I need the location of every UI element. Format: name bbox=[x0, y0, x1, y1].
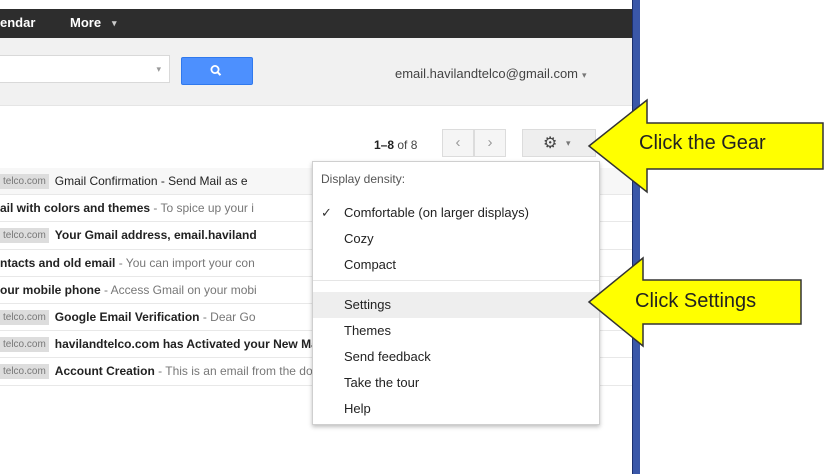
checkmark-icon: ✓ bbox=[321, 205, 332, 220]
sender-label: telco.com bbox=[0, 309, 49, 325]
email-subject: ail with colors and themes bbox=[0, 201, 151, 216]
menu-item-comfortable[interactable]: ✓ Comfortable (on larger displays) bbox=[313, 200, 599, 226]
nav-more-link[interactable]: More bbox=[70, 15, 101, 30]
menu-item-label: Settings bbox=[344, 297, 391, 312]
more-caret-icon: ▾ bbox=[112, 18, 117, 28]
menu-item-label: Themes bbox=[344, 323, 391, 338]
account-email: email.havilandtelco@gmail.com bbox=[395, 66, 578, 81]
callout-gear-text: Click the Gear bbox=[639, 132, 766, 154]
header: ▾ email.havilandtelco@gmail.com ▾ bbox=[0, 38, 632, 106]
account-caret-icon: ▾ bbox=[582, 70, 587, 80]
menu-item-send-feedback[interactable]: Send feedback bbox=[313, 344, 599, 370]
gear-icon: ⚙ bbox=[543, 135, 558, 152]
email-snippet: - You can import your con bbox=[115, 255, 255, 270]
menu-item-label: Take the tour bbox=[344, 375, 420, 390]
account-menu[interactable]: email.havilandtelco@gmail.com ▾ bbox=[395, 66, 587, 81]
settings-menu: Display density: ✓ Comfortable (on large… bbox=[312, 161, 600, 425]
email-subject: our mobile phone bbox=[0, 282, 101, 297]
menu-item-compact[interactable]: Compact bbox=[313, 252, 599, 278]
callout-click-gear: Click the Gear bbox=[587, 98, 827, 194]
newer-button[interactable]: ‹ bbox=[442, 129, 474, 157]
menu-item-label: Send feedback bbox=[344, 349, 431, 364]
menu-item-take-the-tour[interactable]: Take the tour bbox=[313, 370, 599, 396]
top-nav-bar: endar More ▾ bbox=[0, 9, 632, 38]
page-count: 1–8 of 8 bbox=[374, 138, 417, 152]
menu-item-settings[interactable]: Settings bbox=[313, 292, 599, 318]
email-subject: Account Creation bbox=[54, 364, 155, 379]
sender-label: telco.com bbox=[0, 228, 49, 244]
search-input[interactable]: ▾ bbox=[0, 55, 170, 83]
search-icon bbox=[210, 64, 222, 76]
email-subject: ntacts and old email bbox=[0, 255, 116, 270]
menu-item-label: Comfortable (on larger displays) bbox=[344, 205, 529, 220]
older-button[interactable]: › bbox=[474, 129, 506, 157]
menu-item-help[interactable]: Help bbox=[313, 396, 599, 422]
page-total: of 8 bbox=[397, 138, 418, 152]
menu-item-label: Compact bbox=[344, 257, 397, 272]
email-subject: Google Email Verification bbox=[54, 309, 200, 324]
menu-item-themes[interactable]: Themes bbox=[313, 318, 599, 344]
email-snippet: - Dear Go bbox=[199, 309, 256, 324]
email-snippet: - To spice up your i bbox=[150, 201, 254, 216]
email-snippet: - Access Gmail on your mobi bbox=[100, 282, 257, 297]
nav-calendar-link[interactable]: endar bbox=[0, 15, 35, 30]
menu-item-cozy[interactable]: Cozy bbox=[313, 226, 599, 252]
toolbar: 1–8 of 8 ‹ › ⚙ ▾ bbox=[0, 106, 632, 164]
callout-settings-text: Click Settings bbox=[635, 290, 757, 312]
gear-caret-icon: ▾ bbox=[566, 138, 571, 148]
settings-gear-button[interactable]: ⚙ ▾ bbox=[522, 129, 596, 157]
search-button[interactable] bbox=[181, 57, 253, 85]
email-subject: Gmail Confirmation - Send Mail as e bbox=[54, 174, 248, 188]
page-range: 1–8 bbox=[374, 138, 395, 152]
email-subject: Your Gmail address, email.haviland bbox=[54, 228, 257, 243]
sender-label: telco.com bbox=[0, 364, 49, 380]
menu-item-label: Cozy bbox=[344, 231, 374, 246]
search-options-caret-icon[interactable]: ▾ bbox=[156, 64, 161, 75]
sender-label: telco.com bbox=[0, 174, 49, 189]
callout-click-settings: Click Settings bbox=[587, 256, 827, 348]
menu-item-label: Help bbox=[344, 401, 371, 416]
sender-label: telco.com bbox=[0, 337, 49, 353]
window-border bbox=[632, 0, 640, 474]
menu-divider bbox=[313, 280, 599, 281]
display-density-header: Display density: bbox=[321, 172, 406, 186]
